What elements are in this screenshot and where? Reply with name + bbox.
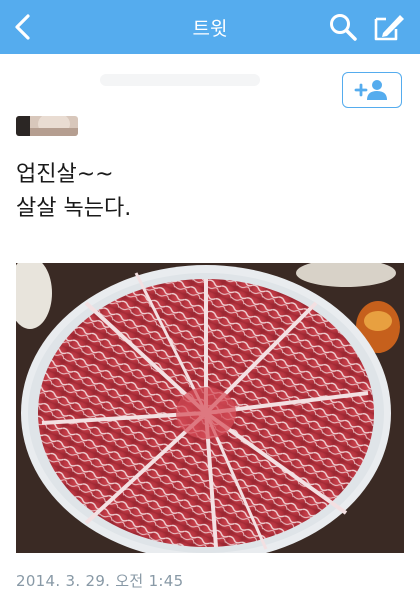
search-icon[interactable] <box>328 12 358 42</box>
tweet-text: 업진살~~ 살살 녹는다. <box>16 158 131 226</box>
user-name-placeholder <box>100 74 260 86</box>
follow-button[interactable] <box>342 72 402 108</box>
tweet-timestamp: 2014. 3. 29. 오전 1:45 <box>16 572 184 590</box>
nav-bar: 트윗 <box>0 0 420 54</box>
tweet-line-1: 업진살~~ <box>16 162 114 187</box>
compose-icon[interactable] <box>372 11 406 43</box>
tweet-line-2: 살살 녹는다. <box>16 196 132 221</box>
tweet-detail: 업진살~~ 살살 녹는다. 2014. 3. 29. 오전 1:45 <box>0 54 420 600</box>
add-user-icon <box>354 80 387 100</box>
tweet-photo[interactable] <box>16 263 404 553</box>
avatar[interactable] <box>16 116 78 136</box>
